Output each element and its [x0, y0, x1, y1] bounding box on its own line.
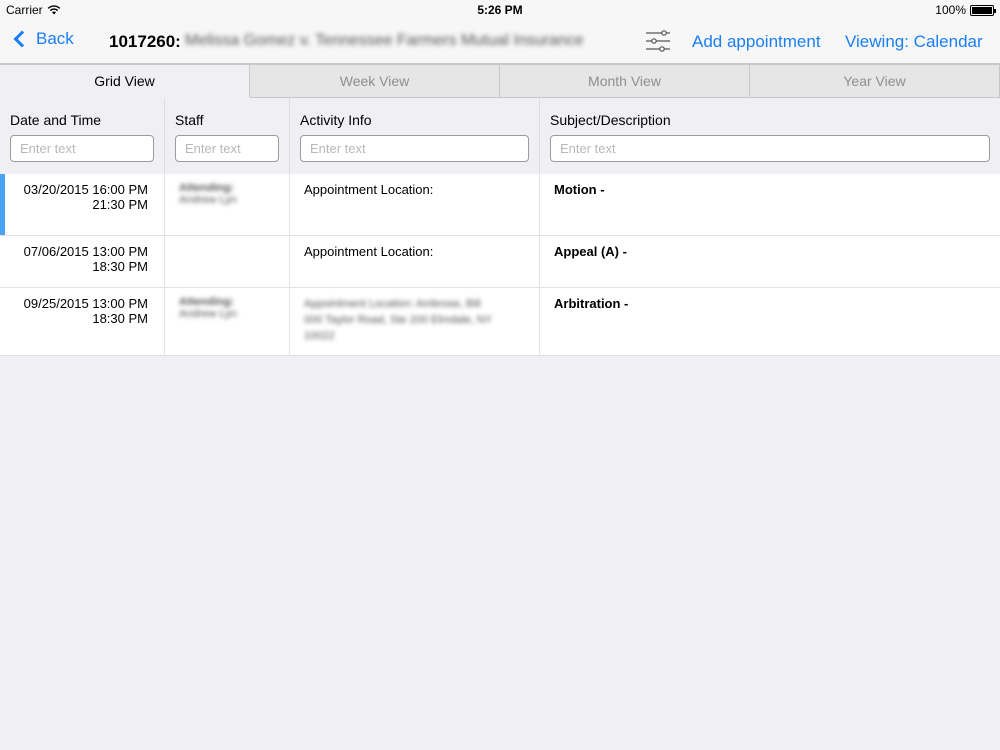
staff-role: Attending:	[179, 296, 234, 308]
table-row[interactable]: 09/25/2015 13:00 PM 18:30 PM Attending: …	[0, 288, 1000, 355]
activity-cell: Appointment Location:	[290, 236, 540, 287]
tab-grid-view[interactable]: Grid View	[0, 64, 250, 98]
subject-cell: Arbitration -	[540, 288, 1000, 355]
subject-filter-input[interactable]	[550, 135, 990, 162]
column-filter-header: Date and Time Staff Activity Info Subjec…	[0, 98, 1000, 174]
start-time: 03/20/2015 16:00 PM	[23, 182, 148, 197]
date-time-cell: 09/25/2015 13:00 PM 18:30 PM	[0, 288, 165, 355]
start-time: 09/25/2015 13:00 PM	[23, 296, 148, 311]
end-time: 18:30 PM	[92, 311, 148, 326]
activity-cell: Appointment Location: Ambrose, Bill 000 …	[290, 288, 540, 355]
end-time: 18:30 PM	[92, 259, 148, 274]
staff-role: Attending:	[179, 182, 234, 194]
add-appointment-button[interactable]: Add appointment	[692, 32, 821, 52]
back-button[interactable]: Back	[10, 29, 74, 49]
staff-name: Andrew Lyn	[179, 308, 237, 320]
activity-info-filter-input[interactable]	[300, 135, 529, 162]
date-time-cell: 03/20/2015 16:00 PM 21:30 PM	[0, 174, 165, 235]
column-activity-info: Activity Info	[290, 98, 540, 174]
subject-text: Arbitration -	[554, 296, 629, 311]
battery-percent: 100%	[935, 3, 966, 17]
activity-text: Appointment Location: Ambrose, Bill	[304, 298, 481, 310]
staff-cell: Attending: Andrew Lyn	[165, 288, 290, 355]
subject-text: Appeal (A) -	[554, 244, 627, 259]
back-label: Back	[36, 29, 74, 48]
status-bar: Carrier 5:26 PM 100%	[0, 0, 1000, 20]
column-header-activity-info: Activity Info	[300, 112, 372, 128]
start-time: 07/06/2015 13:00 PM	[23, 244, 148, 259]
record-name: Melissa Gomez v. Tennessee Farmers Mutua…	[185, 32, 584, 49]
battery-icon	[970, 4, 996, 16]
subject-cell: Appeal (A) -	[540, 236, 1000, 287]
tab-year-view[interactable]: Year View	[750, 64, 1000, 98]
status-time: 5:26 PM	[477, 3, 523, 17]
activity-text: Appointment Location:	[304, 182, 434, 197]
subject-cell: Motion -	[540, 174, 1000, 235]
staff-cell	[165, 236, 290, 287]
date-time-filter-input[interactable]	[10, 135, 154, 162]
tab-month-view[interactable]: Month View	[500, 64, 750, 98]
navigation-bar: Back 1017260: Melissa Gomez v. Tennessee…	[0, 20, 1000, 64]
column-header-staff: Staff	[175, 112, 204, 128]
end-time: 21:30 PM	[92, 197, 148, 212]
date-time-cell: 07/06/2015 13:00 PM 18:30 PM	[0, 236, 165, 287]
column-staff: Staff	[165, 98, 290, 174]
filter-sliders-icon[interactable]	[646, 30, 670, 52]
chevron-left-icon	[13, 30, 31, 48]
column-subject: Subject/Description	[540, 98, 1000, 174]
status-right: 100%	[935, 3, 996, 17]
staff-filter-input[interactable]	[175, 135, 279, 162]
column-header-subject: Subject/Description	[550, 112, 671, 128]
column-date-time: Date and Time	[0, 98, 165, 174]
subject-text: Motion -	[554, 182, 605, 197]
table-row[interactable]: 07/06/2015 13:00 PM 18:30 PM Appointment…	[0, 236, 1000, 288]
table-row[interactable]: 03/20/2015 16:00 PM 21:30 PM Attending: …	[0, 174, 1000, 236]
viewing-calendar-button[interactable]: Viewing: Calendar	[845, 32, 983, 52]
activity-text: Appointment Location:	[304, 244, 434, 259]
column-header-date-time: Date and Time	[10, 112, 102, 128]
staff-cell: Attending: Andrew Lyn	[165, 174, 290, 235]
appointments-table: 03/20/2015 16:00 PM 21:30 PM Attending: …	[0, 174, 1000, 356]
record-number: 1017260:	[109, 32, 181, 51]
tab-week-view[interactable]: Week View	[250, 64, 500, 98]
activity-cell: Appointment Location:	[290, 174, 540, 235]
activity-detail: 000 Taylor Road, Ste 200 Elmdale, NY 100…	[304, 314, 492, 342]
staff-name: Andrew Lyn	[179, 194, 237, 206]
view-tabs: Grid View Week View Month View Year View	[0, 64, 1000, 98]
